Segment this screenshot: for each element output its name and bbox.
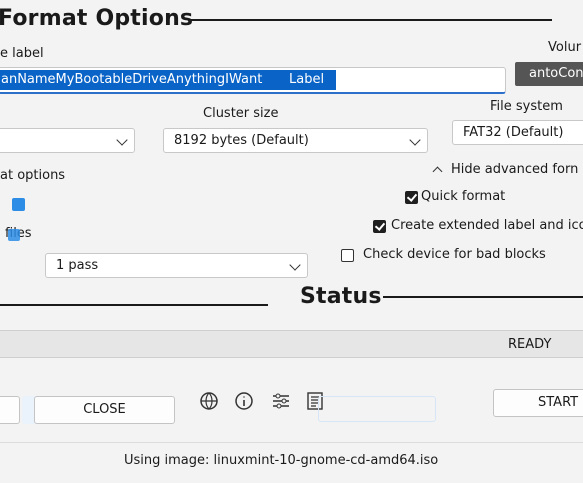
extended-label-label: Create extended label and ico	[391, 218, 583, 233]
volume-value-field[interactable]: antoCon	[515, 62, 583, 86]
footer-image-text: Using image: linuxmint-10-gnome-cd-amd64…	[124, 453, 439, 468]
volume-caption: Volur	[548, 40, 582, 55]
close-button[interactable]: CLOSE	[34, 396, 175, 424]
bad-blocks-passes-select[interactable]: 1 pass	[45, 253, 308, 278]
file-system-select[interactable]: FAT32 (Default)	[452, 120, 583, 145]
cluster-size-value: 8192 bytes (Default)	[174, 133, 309, 148]
start-button[interactable]: START	[493, 389, 583, 417]
partition-scheme-select[interactable]	[0, 128, 135, 153]
list-usb-checkbox[interactable]	[12, 198, 25, 211]
cluster-size-select[interactable]: 8192 bytes (Default)	[163, 128, 428, 153]
volume-label-input[interactable]: anNameMyBootableDriveAnythingIWant Label	[0, 67, 506, 94]
advanced-options-caption: at options	[0, 168, 66, 183]
info-icon[interactable]	[233, 390, 257, 414]
hash-button[interactable]	[318, 396, 436, 422]
fix-files-checkbox[interactable]	[8, 229, 20, 241]
chevron-down-icon	[116, 134, 128, 146]
quick-format-checkbox[interactable]	[405, 191, 418, 204]
settings-icon[interactable]	[270, 390, 294, 414]
footer-divider	[0, 442, 583, 443]
file-system-caption: File system	[490, 99, 563, 114]
passes-value: 1 pass	[56, 258, 99, 273]
format-options-title: Format Options	[0, 6, 194, 31]
hide-advanced-toggle[interactable]: Hide advanced forn	[430, 160, 578, 178]
about-button[interactable]	[0, 396, 20, 424]
chevron-up-icon	[432, 166, 443, 176]
extended-label-checkbox[interactable]	[373, 220, 386, 233]
bad-blocks-checkbox[interactable]	[341, 249, 354, 262]
file-system-value: FAT32 (Default)	[463, 125, 564, 140]
bad-blocks-label: Check device for bad blocks	[363, 247, 546, 262]
progress-text: READY	[508, 337, 552, 352]
volume-label-caption: e label	[0, 46, 44, 61]
format-options-rule	[190, 19, 552, 21]
status-rule-right	[383, 296, 583, 298]
volume-label-text-tail: Label	[289, 72, 325, 87]
chevron-down-icon	[409, 134, 421, 146]
cluster-size-caption: Cluster size	[203, 106, 279, 121]
quick-format-label: Quick format	[421, 189, 506, 204]
volume-value: antoCon	[529, 66, 583, 81]
chevron-down-icon	[289, 259, 301, 271]
hide-advanced-label: Hide advanced forn	[451, 161, 579, 177]
progress-bar: READY	[0, 330, 583, 358]
status-rule-left	[0, 304, 268, 306]
status-title: Status	[300, 284, 382, 309]
volume-label-text: anNameMyBootableDriveAnythingIWant	[1, 72, 263, 87]
language-icon[interactable]	[197, 390, 221, 414]
